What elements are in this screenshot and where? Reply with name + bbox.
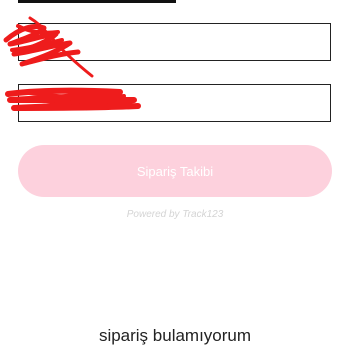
- email-input[interactable]: [19, 85, 330, 121]
- email-field[interactable]: [18, 84, 331, 122]
- powered-by-label: Powered by Track123: [126, 209, 224, 220]
- order-number-input[interactable]: [19, 24, 330, 60]
- track-order-button[interactable]: Sipariş Takibi: [18, 145, 332, 197]
- order-tracking-page: Sipariş Takibi Powered by Track123 sipar…: [0, 0, 350, 350]
- order-number-field[interactable]: [18, 23, 331, 61]
- no-order-message: sipariş bulamıyorum: [98, 326, 252, 345]
- top-divider: [18, 0, 176, 3]
